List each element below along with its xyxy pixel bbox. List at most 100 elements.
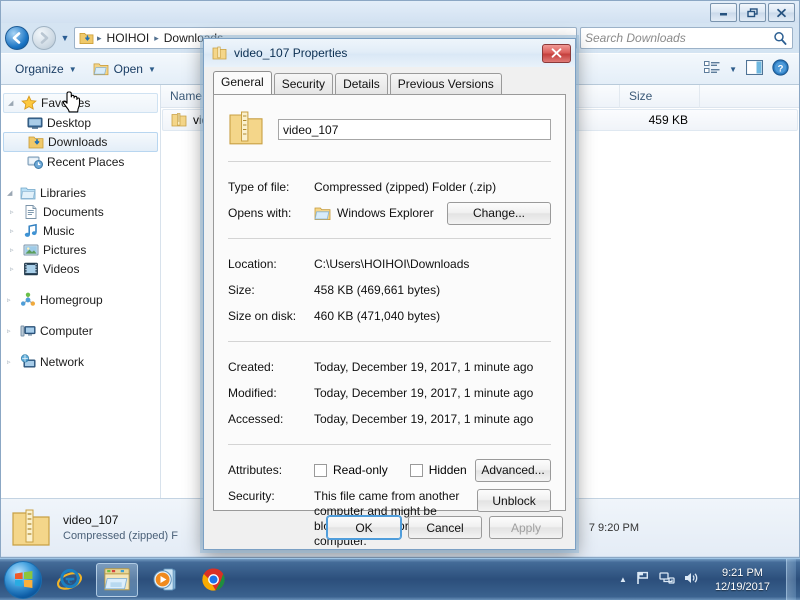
apply-button[interactable]: Apply [489,516,563,539]
sidebar-item-documents[interactable]: ▹ Documents [1,202,160,221]
nav-group-spacer [1,309,160,321]
sidebar-item-pictures[interactable]: ▹ Pictures [1,240,160,259]
sidebar-item-videos[interactable]: ▹ Videos [1,259,160,278]
zip-folder-icon [212,46,227,60]
readonly-label: Read-only [333,463,388,477]
attributes-label: Attributes: [228,463,283,477]
expander-icon[interactable]: ▹ [7,296,16,304]
svg-text:e: e [67,573,72,586]
tab-security[interactable]: Security [273,73,334,95]
open-button[interactable]: Open ▼ [85,59,164,79]
computer-icon [20,323,36,339]
taskbar-media-player[interactable] [144,563,186,597]
modified-label: Modified: [228,386,277,400]
expander-icon[interactable]: ▹ [7,327,16,335]
accessed-value: Today, December 19, 2017, 1 minute ago [314,412,534,426]
attributes-row: Attributes: Read-only Hidden Advanced... [228,457,551,483]
sidebar-item-label: Desktop [47,115,92,130]
expander-icon[interactable]: ▹ [10,265,19,273]
taskbar-internet-explorer[interactable]: e [48,563,90,597]
sidebar-item-desktop[interactable]: Desktop [1,113,160,132]
show-desktop-button[interactable] [786,559,796,600]
ok-button[interactable]: OK [327,516,401,539]
show-hidden-icons-button[interactable]: ▲ [619,575,627,584]
properties-dialog: video_107 Properties General Security Deta… [203,38,576,550]
advanced-button[interactable]: Advanced... [475,458,551,482]
taskbar-windows-explorer[interactable] [96,562,138,597]
sidebar-item-label: Libraries [40,185,87,200]
search-placeholder: Search Downloads [585,31,686,45]
history-dropdown-icon[interactable]: ▼ [59,33,71,43]
sidebar-item-music[interactable]: ▹ Music [1,221,160,240]
cancel-button[interactable]: Cancel [408,516,482,539]
column-header-size[interactable]: Size [620,84,700,108]
downloads-folder-icon [28,134,44,150]
search-icon[interactable] [773,31,787,49]
file-name-input[interactable]: video_107 [278,118,551,140]
downloads-folder-icon [79,32,94,44]
checkbox-box[interactable] [314,463,327,477]
opens-with-value: Windows Explorer [337,206,434,220]
breadcrumb-item-hoihoi[interactable]: HOIHOI [105,31,152,45]
divider [228,444,551,445]
sidebar-item-network[interactable]: ▹ Network [1,352,160,371]
explorer-titlebar [1,1,799,23]
network-icon[interactable] [659,570,675,589]
sidebar-item-recent-places[interactable]: Recent Places [1,152,160,171]
file-size: 459 KB [648,113,688,127]
toolbar-right-group: ▼ ? [704,59,793,79]
organize-button[interactable]: Organize ▼ [7,59,85,79]
sidebar-item-downloads[interactable]: Downloads [3,132,158,152]
dialog-close-button[interactable] [542,43,571,63]
libraries-icon [20,185,36,201]
modified-row: Modified: Today, December 19, 2017, 1 mi… [228,380,551,406]
sidebar-item-homegroup[interactable]: ▹ Homegroup [1,290,160,309]
sidebar-item-libraries[interactable]: ◢ Libraries [1,183,160,202]
homegroup-icon [20,292,36,308]
details-text: video_107 Compressed (zipped) F [63,513,178,542]
minimize-button[interactable] [710,3,737,22]
checkbox-box[interactable] [409,463,423,477]
unblock-button[interactable]: Unblock [477,489,551,512]
star-icon [21,95,37,111]
flag-icon[interactable] [635,570,651,589]
windows-explorer-icon [314,207,331,220]
close-button[interactable] [768,3,795,22]
taskbar: e ▲ 9:21 PM 12/19/2017 [0,558,800,600]
expander-icon[interactable]: ◢ [8,99,17,107]
volume-icon[interactable] [683,570,699,589]
size-on-disk-value: 460 KB (471,040 bytes) [314,309,441,323]
size-on-disk-label: Size on disk: [228,309,297,323]
clock[interactable]: 9:21 PM 12/19/2017 [707,566,778,594]
back-button[interactable] [5,26,29,50]
expander-icon[interactable]: ▹ [10,227,19,235]
desktop-icon [27,115,43,131]
tab-general[interactable]: General [213,71,272,94]
search-box[interactable]: Search Downloads [580,27,793,49]
open-folder-icon [93,63,108,76]
expander-icon[interactable]: ▹ [10,208,19,216]
view-layout-icon[interactable] [704,60,720,78]
sidebar-item-computer[interactable]: ▹ Computer [1,321,160,340]
forward-button[interactable] [32,26,56,50]
clock-time: 9:21 PM [721,566,763,579]
recent-places-icon [27,154,43,170]
preview-pane-icon[interactable] [745,59,764,78]
taskbar-google-chrome[interactable] [192,563,234,597]
help-icon[interactable]: ? [772,59,789,79]
expander-icon[interactable]: ▹ [10,246,19,254]
sidebar-item-label: Music [43,223,75,238]
size-row: Size: 458 KB (469,661 bytes) [228,277,551,303]
music-icon [23,223,39,239]
start-button[interactable] [4,560,42,599]
readonly-checkbox[interactable]: Read-only [314,463,388,477]
sidebar-item-favorites[interactable]: ◢ Favorites [3,93,158,113]
hidden-checkbox[interactable]: Hidden [409,463,467,477]
expander-icon[interactable]: ◢ [7,189,16,197]
restore-button[interactable] [739,3,766,22]
expander-icon[interactable]: ▹ [7,358,16,366]
tab-previous-versions[interactable]: Previous Versions [389,73,502,95]
view-dropdown-icon[interactable]: ▼ [729,65,737,74]
change-button[interactable]: Change... [447,201,551,225]
tab-details[interactable]: Details [335,73,388,95]
